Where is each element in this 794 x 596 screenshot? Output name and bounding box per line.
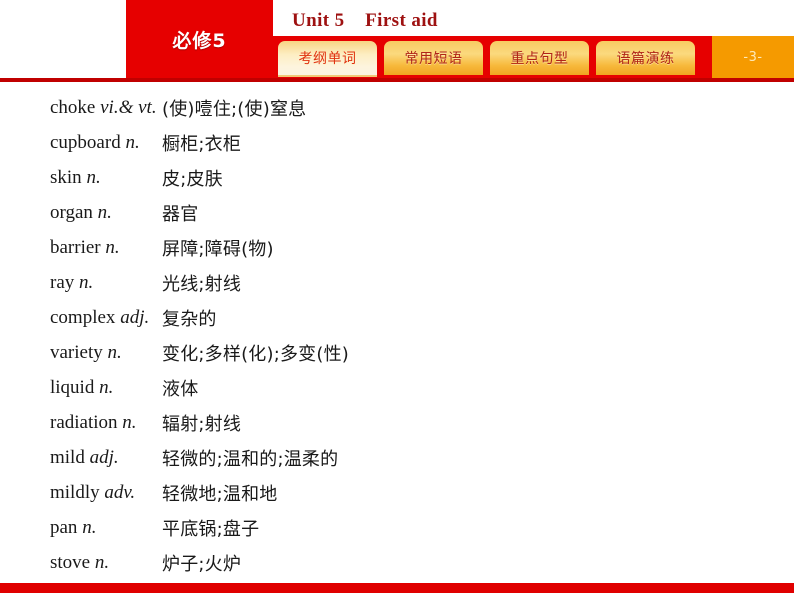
vocabulary-meaning: 橱柜;衣柜: [162, 133, 242, 155]
vocabulary-row: pan n. 平底锅;盘子: [0, 510, 794, 545]
word-text: liquid: [50, 376, 95, 398]
vocabulary-list: choke vi.& vt. (使)噎住;(使)窒息 cupboard n. 橱…: [0, 90, 794, 580]
vocabulary-term: cupboard n.: [0, 132, 162, 154]
volume-badge: 必修5: [126, 0, 273, 78]
vocabulary-term: variety n.: [0, 342, 162, 364]
vocabulary-row: liquid n. 液体: [0, 370, 794, 405]
part-of-speech: n.: [125, 131, 140, 153]
vocabulary-term: mildly adv.: [0, 482, 162, 504]
word-text: mildly: [50, 481, 100, 503]
word-text: choke: [50, 96, 96, 118]
word-text: radiation: [50, 411, 118, 433]
vocabulary-meaning: 平底锅;盘子: [162, 518, 260, 540]
vocabulary-term: radiation n.: [0, 412, 162, 434]
header-divider: [0, 78, 794, 82]
vocabulary-meaning: 复杂的: [162, 308, 217, 330]
vocabulary-meaning: (使)噎住;(使)窒息: [162, 98, 307, 120]
page-number-label: -3-: [743, 49, 763, 65]
part-of-speech: n.: [86, 166, 101, 188]
vocabulary-row: choke vi.& vt. (使)噎住;(使)窒息: [0, 90, 794, 125]
tab-changyong-duanyu[interactable]: 常用短语: [384, 41, 483, 75]
word-text: skin: [50, 166, 82, 188]
word-text: ray: [50, 271, 75, 293]
part-of-speech: n.: [122, 411, 137, 433]
vocabulary-row: complex adj. 复杂的: [0, 300, 794, 335]
part-of-speech: n.: [107, 341, 122, 363]
vocabulary-term: pan n.: [0, 517, 162, 539]
word-text: stove: [50, 551, 91, 573]
part-of-speech: n.: [97, 201, 112, 223]
vocabulary-meaning: 轻微的;温和的;温柔的: [162, 448, 339, 470]
word-text: organ: [50, 201, 93, 223]
vocabulary-row: mild adj. 轻微的;温和的;温柔的: [0, 440, 794, 475]
page-header: 必修5 Unit 5 First aid -3- 考纲单词 常用短语 重点句型 …: [0, 0, 794, 84]
vocabulary-term: stove n.: [0, 552, 162, 574]
tab-label: 常用短语: [404, 51, 463, 67]
word-text: cupboard: [50, 131, 121, 153]
vocabulary-row: variety n. 变化;多样(化);多变(性): [0, 335, 794, 370]
tab-zhongdian-juxing[interactable]: 重点句型: [490, 41, 589, 75]
vocabulary-meaning: 器官: [162, 203, 199, 225]
vocabulary-term: organ n.: [0, 202, 162, 224]
part-of-speech: n.: [105, 236, 120, 258]
part-of-speech: n.: [94, 551, 110, 573]
vocabulary-term: choke vi.& vt.: [0, 97, 162, 119]
vocabulary-meaning: 屏障;障碍(物): [162, 238, 274, 260]
vocabulary-meaning: 液体: [162, 378, 199, 400]
word-text: complex: [50, 306, 116, 328]
vocabulary-term: liquid n.: [0, 377, 162, 399]
vocabulary-row: skin n. 皮;皮肤: [0, 160, 794, 195]
tab-label: 语篇演练: [616, 51, 675, 67]
word-text: barrier: [50, 236, 101, 258]
tab-kaogang-danci[interactable]: 考纲单词: [278, 41, 377, 77]
vocabulary-term: barrier n.: [0, 237, 162, 259]
part-of-speech: n.: [82, 516, 97, 538]
word-text: mild: [50, 446, 85, 468]
vocabulary-meaning: 光线;射线: [162, 273, 242, 295]
vocabulary-meaning: 变化;多样(化);多变(性): [162, 343, 350, 365]
vocabulary-meaning: 辐射;射线: [162, 413, 242, 435]
vocabulary-row: radiation n. 辐射;射线: [0, 405, 794, 440]
page-title: Unit 5 First aid: [292, 10, 438, 31]
part-of-speech: adj.: [120, 306, 150, 328]
word-text: pan: [50, 516, 78, 538]
vocabulary-row: mildly adv. 轻微地;温和地: [0, 475, 794, 510]
footer-bar: [0, 583, 794, 593]
tab-label: 考纲单词: [298, 51, 357, 67]
vocabulary-term: skin n.: [0, 167, 162, 189]
part-of-speech: adv.: [104, 481, 136, 503]
part-of-speech: vi.& vt.: [100, 96, 157, 118]
vocabulary-row: barrier n. 屏障;障碍(物): [0, 230, 794, 265]
vocabulary-term: ray n.: [0, 272, 162, 294]
part-of-speech: n.: [99, 376, 114, 398]
part-of-speech: n.: [79, 271, 94, 293]
vocabulary-row: ray n. 光线;射线: [0, 265, 794, 300]
tab-bar: 考纲单词 常用短语 重点句型 语篇演练: [278, 41, 695, 78]
vocabulary-meaning: 炉子;火炉: [162, 553, 242, 575]
page-number-badge: -3-: [712, 36, 794, 78]
word-text: variety: [50, 341, 103, 363]
vocabulary-row: cupboard n. 橱柜;衣柜: [0, 125, 794, 160]
vocabulary-meaning: 皮;皮肤: [162, 168, 223, 190]
tab-yupian-yanlian[interactable]: 语篇演练: [596, 41, 695, 75]
vocabulary-row: stove n. 炉子;火炉: [0, 545, 794, 580]
vocabulary-term: mild adj.: [0, 447, 162, 469]
vocabulary-row: organ n. 器官: [0, 195, 794, 230]
vocabulary-term: complex adj.: [0, 307, 162, 329]
tab-label: 重点句型: [510, 51, 569, 67]
part-of-speech: adj.: [89, 446, 119, 468]
volume-label: 必修5: [172, 29, 227, 52]
vocabulary-meaning: 轻微地;温和地: [162, 483, 278, 505]
